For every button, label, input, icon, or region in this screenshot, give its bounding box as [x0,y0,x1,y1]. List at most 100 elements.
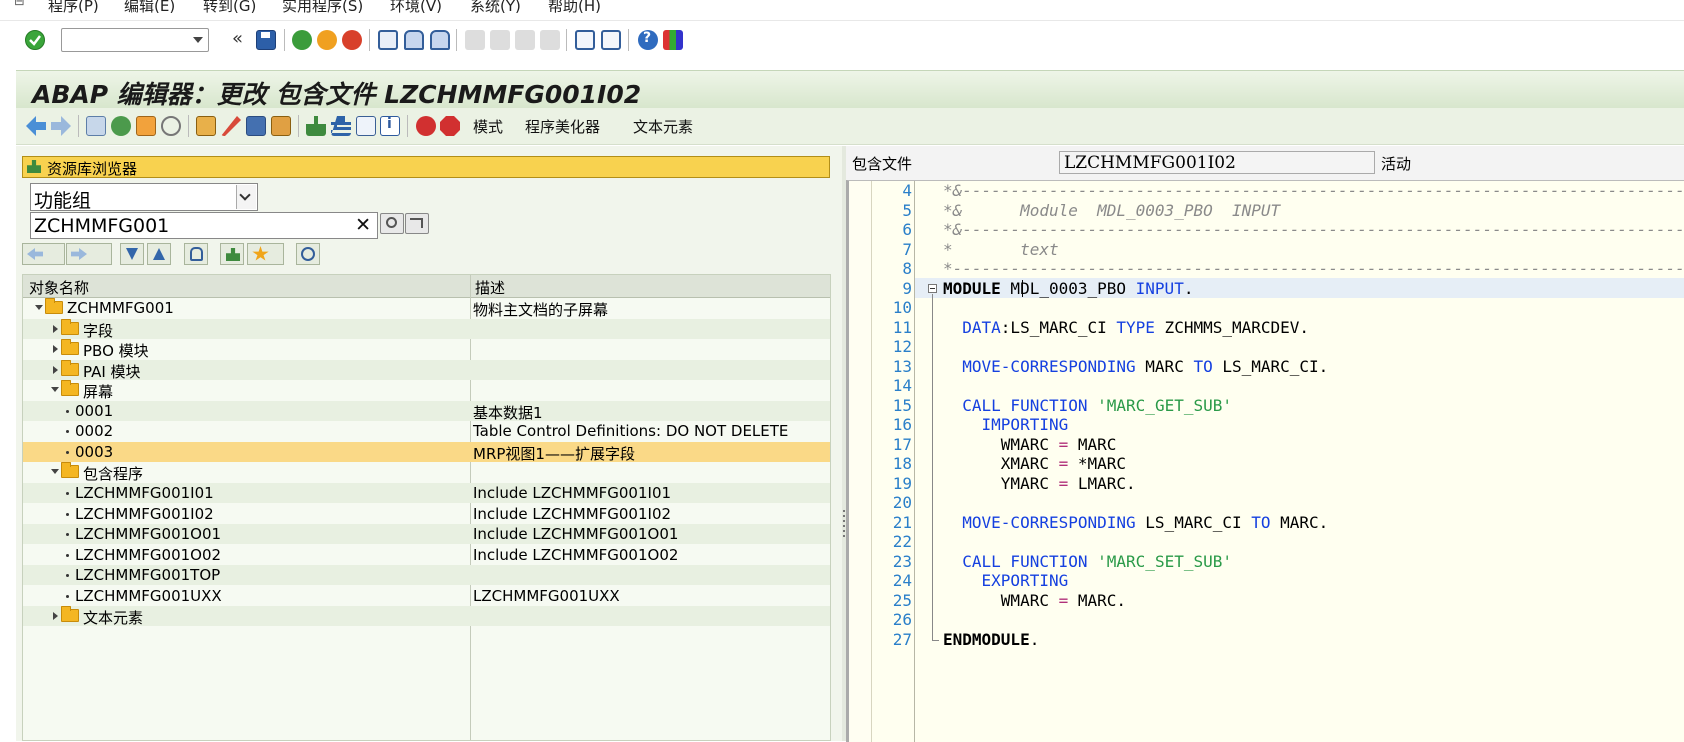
first-page-icon[interactable] [465,30,485,50]
pretty-printer-button[interactable]: 程序美化器 [525,116,600,137]
wand-icon[interactable] [221,116,241,136]
tree-row[interactable]: 字段 [23,318,830,340]
code-line[interactable]: *&--------------------------------------… [943,181,1684,201]
object-type-select[interactable]: 功能组 [30,183,258,212]
column-object-name[interactable]: 对象名称 [29,277,89,298]
tree-row-name[interactable]: PAI 模块 [83,361,141,382]
refresh-object-button[interactable] [405,213,429,234]
cancel-icon[interactable] [342,30,362,50]
command-field[interactable] [61,28,209,52]
object-list-icon[interactable] [196,116,216,136]
tree-row[interactable]: LZCHMMFG001UXX LZCHMMFG001UXX [23,586,830,606]
check-syntax-icon[interactable] [111,116,131,136]
code-line[interactable]: EXPORTING [943,571,1069,591]
display-object-icon[interactable] [271,116,291,136]
find-button[interactable] [184,243,208,265]
menu-environment[interactable]: 环境(V) [390,0,442,16]
last-page-icon[interactable] [540,30,560,50]
window-icon[interactable] [356,116,376,136]
collapse-all-button[interactable] [147,243,171,265]
code-line[interactable]: DATA:LS_MARC_CI TYPE ZCHMMS_MARCDEV. [943,318,1309,338]
object-name-input[interactable]: ZCHMMFG001 ✕ [30,212,378,239]
tree-row[interactable]: 文本元素 [23,606,830,628]
menu-help[interactable]: 帮助(H) [548,0,601,16]
menu-goto[interactable]: 转到(G) [203,0,256,16]
exit-icon[interactable] [317,30,337,50]
code-line[interactable]: XMARC = *MARC [943,454,1126,474]
tree-row[interactable]: PBO 模块 [23,339,830,361]
code-line[interactable]: *&--------------------------------------… [943,220,1684,240]
previous-page-icon[interactable] [490,30,510,50]
where-used-icon[interactable] [161,116,181,136]
menu-utilities[interactable]: 实用程序(S) [282,0,363,16]
save-icon[interactable] [256,30,276,50]
back-icon[interactable] [292,30,312,50]
tree-row[interactable]: LZCHMMFG001TOP [23,565,830,586]
mode-button[interactable]: 模式 [473,116,503,137]
code-line[interactable]: WMARC = MARC. [943,591,1126,611]
forward-arrow-icon[interactable] [51,116,71,136]
tree-row[interactable]: LZCHMMFG001I02 Include LZCHMMFG001I02 [23,504,830,524]
stack-icon[interactable] [331,116,351,136]
tree-row[interactable]: LZCHMMFG001I01 Include LZCHMMFG001I01 [23,482,830,503]
chevron-down-icon[interactable] [236,185,256,209]
tree-row-name[interactable]: 0001 [75,402,113,420]
code-line[interactable]: WMARC = MARC [943,435,1117,455]
help-icon[interactable]: ? [638,30,658,50]
test-icon[interactable] [246,116,266,136]
activate-icon[interactable] [136,116,156,136]
tree-row-name[interactable]: LZCHMMFG001O02 [75,546,221,564]
code-line[interactable]: CALL FUNCTION 'MARC_GET_SUB' [943,396,1232,416]
tree-row-name[interactable]: LZCHMMFG001I02 [75,505,214,523]
print-icon[interactable] [378,30,398,50]
tree-row[interactable]: ZCHMMFG001 物料主文档的子屏幕 [23,298,830,319]
tree-row-selected[interactable]: 0003 MRP视图1——扩展字段 [23,441,830,463]
code-line[interactable]: MOVE-CORRESPONDING MARC TO LS_MARC_CI. [943,357,1328,377]
customize-layout-icon[interactable] [663,30,683,50]
window-menu-icon[interactable]: ⊟ [14,0,25,9]
collapse-node-icon[interactable] [35,305,43,310]
clear-icon[interactable]: ✕ [355,214,371,236]
expand-all-button[interactable] [120,243,144,265]
code-line[interactable]: MODULE MDL_0003_PBO INPUT. [943,279,1193,299]
find-icon[interactable] [404,30,424,50]
repository-browser-header[interactable]: 资源库浏览器 [22,156,830,178]
menu-program[interactable]: 程序(P) [48,0,99,16]
find-next-icon[interactable] [430,30,450,50]
tree-row[interactable]: PAI 模块 [23,359,830,382]
tree-row-name[interactable]: 0002 [75,422,113,440]
tree-row[interactable]: LZCHMMFG001O02 Include LZCHMMFG001O02 [23,545,830,565]
tree-structure-button[interactable] [220,243,244,265]
collapse-arrow-icon[interactable]: « [232,28,243,49]
tree-row-name[interactable]: LZCHMMFG001UXX [75,587,222,605]
create-shortcut-icon[interactable] [601,30,621,50]
text-elements-button[interactable]: 文本元素 [633,116,693,137]
tree-row-name[interactable]: 0003 [75,443,113,461]
tree-row[interactable]: LZCHMMFG001O01 Include LZCHMMFG001O01 [23,524,830,545]
collapse-node-icon[interactable] [51,387,59,393]
synchronize-button[interactable] [296,243,320,265]
next-object-button[interactable] [66,243,112,265]
tree-row[interactable]: 0002 Table Control Definitions: DO NOT DE… [23,421,830,441]
column-description[interactable]: 描述 [475,277,505,298]
expand-node-icon[interactable] [53,324,58,333]
code-line[interactable]: ENDMODULE. [943,630,1039,650]
tree-row-name[interactable]: PBO 模块 [83,340,149,361]
next-page-icon[interactable] [515,30,535,50]
command-dropdown-icon[interactable] [193,37,203,43]
expand-node-icon[interactable] [53,365,58,374]
collapse-node-icon[interactable] [51,469,59,475]
tree-row[interactable]: 0001 基本数据1 [23,400,830,422]
favorites-button[interactable] [247,243,284,265]
breakpoint-icon[interactable] [416,116,436,136]
code-line[interactable]: MOVE-CORRESPONDING LS_MARC_CI TO MARC. [943,513,1328,533]
previous-object-button[interactable] [22,243,65,265]
tree-row-name[interactable]: LZCHMMFG001TOP [75,566,220,584]
expand-node-icon[interactable] [53,345,58,354]
tree-row-name[interactable]: 文本元素 [83,607,143,628]
tree-row-name[interactable]: LZCHMMFG001I01 [75,484,214,502]
tree-row-name[interactable]: LZCHMMFG001O01 [75,525,221,543]
display-object-button[interactable] [380,213,404,234]
display-change-icon[interactable] [86,116,106,136]
info-icon[interactable]: i [380,116,400,136]
